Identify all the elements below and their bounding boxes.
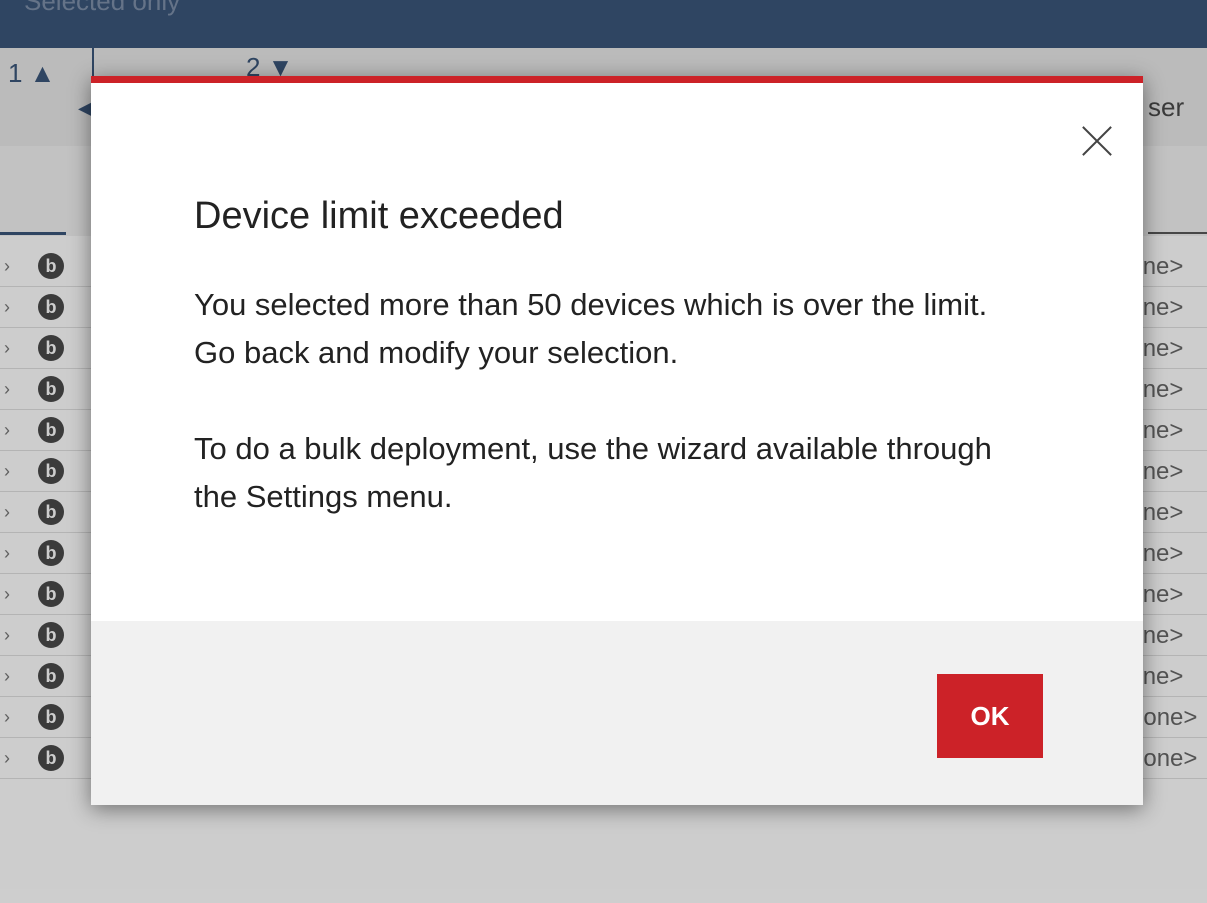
ok-button[interactable]: OK [937, 674, 1043, 758]
dialog-message: You selected more than 50 devices which … [194, 287, 988, 370]
device-limit-dialog: Device limit exceeded You selected more … [91, 76, 1143, 805]
dialog-title: Device limit exceeded [194, 195, 564, 237]
close-icon[interactable] [1079, 123, 1115, 159]
dialog-footer: OK [91, 621, 1143, 805]
dialog-hint: To do a bulk deployment, use the wizard … [194, 431, 992, 514]
dialog-body: You selected more than 50 devices which … [194, 281, 1014, 569]
